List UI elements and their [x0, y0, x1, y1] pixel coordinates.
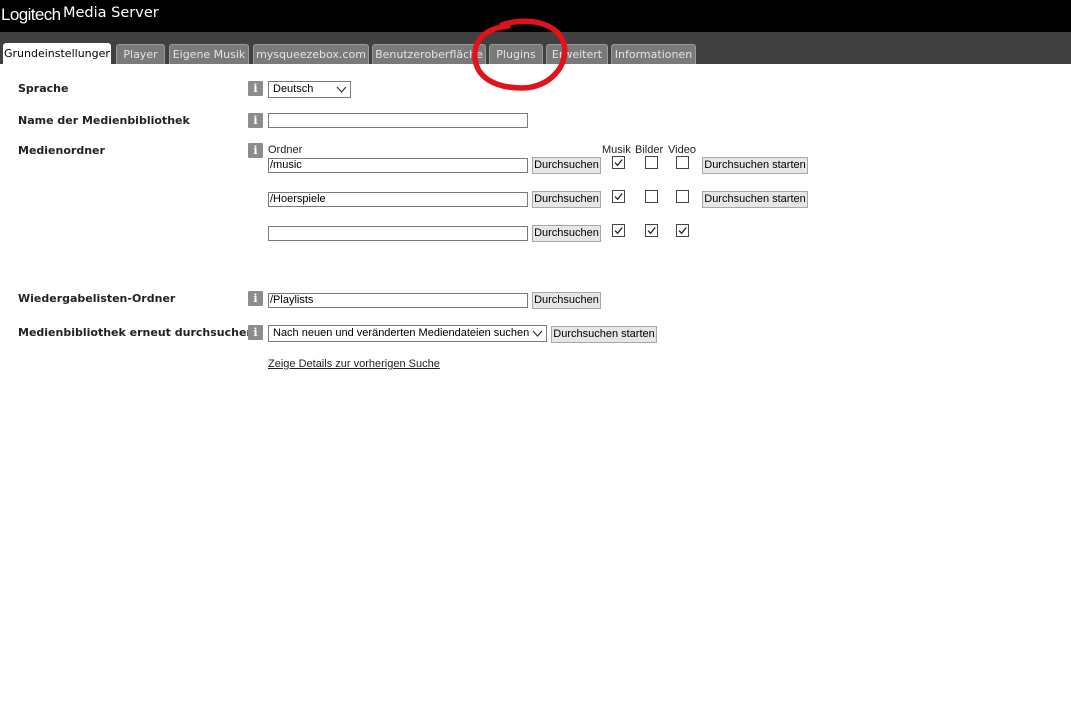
- language-label: Sprache: [18, 82, 69, 95]
- browse-button[interactable]: Durchsuchen: [532, 191, 601, 208]
- tab-erweitert[interactable]: Erweitert: [546, 44, 608, 64]
- info-icon[interactable]: i: [248, 325, 263, 340]
- language-select[interactable]: Deutsch: [268, 81, 351, 98]
- checkmark-icon: [614, 227, 623, 235]
- tab-bar: Grundeinstellungen Player Eigene Musik m…: [0, 32, 1071, 64]
- checkmark-icon: [614, 159, 623, 167]
- previous-scan-details-link[interactable]: Zeige Details zur vorherigen Suche: [268, 358, 440, 370]
- media-folder-path-input[interactable]: /Hoerspiele: [268, 192, 528, 207]
- rescan-mode-value: Nach neuen und veränderten Mediendateien…: [273, 327, 530, 339]
- tab-grundeinstellungen[interactable]: Grundeinstellungen: [3, 43, 111, 64]
- tab-mysqueezebox[interactable]: mysqueezebox.com: [253, 44, 369, 64]
- checkmark-icon: [647, 227, 656, 235]
- media-folder-path-input[interactable]: [268, 226, 528, 241]
- video-checkbox[interactable]: [676, 156, 689, 169]
- music-checkbox[interactable]: [612, 190, 625, 203]
- title-bar: Logitech Media Server: [0, 0, 1071, 32]
- tab-plugins[interactable]: Plugins: [489, 44, 543, 64]
- video-checkbox[interactable]: [676, 224, 689, 237]
- playlist-folder-input[interactable]: /Playlists: [268, 293, 528, 308]
- info-icon[interactable]: i: [248, 291, 263, 306]
- chevron-down-icon: [532, 330, 543, 337]
- column-header-folder: Ordner: [268, 144, 303, 156]
- tab-eigene-musik[interactable]: Eigene Musik: [169, 44, 249, 64]
- column-header-images: Bilder: [635, 144, 664, 156]
- logitech-logo: Logitech: [1, 5, 61, 24]
- media-folder-path-input[interactable]: /music: [268, 158, 528, 173]
- language-select-value: Deutsch: [273, 83, 314, 95]
- library-name-label: Name der Medienbibliothek: [18, 114, 190, 127]
- rescan-button[interactable]: Durchsuchen starten: [551, 326, 657, 343]
- tab-player[interactable]: Player: [116, 44, 165, 64]
- browse-button[interactable]: Durchsuchen: [532, 225, 601, 242]
- browse-button[interactable]: Durchsuchen: [532, 157, 601, 174]
- scan-folder-button[interactable]: Durchsuchen starten: [702, 191, 808, 208]
- checkmark-icon: [614, 193, 623, 201]
- tab-informationen[interactable]: Informationen: [611, 44, 696, 64]
- tab-benutzeroberflaeche[interactable]: Benutzeroberfläche: [372, 44, 486, 64]
- checkmark-icon: [678, 227, 687, 235]
- music-checkbox[interactable]: [612, 224, 625, 237]
- video-checkbox[interactable]: [676, 190, 689, 203]
- app-title: Media Server: [63, 5, 159, 21]
- browse-button[interactable]: Durchsuchen: [532, 292, 601, 309]
- scan-folder-button[interactable]: Durchsuchen starten: [702, 157, 808, 174]
- info-icon[interactable]: i: [248, 113, 263, 128]
- info-icon[interactable]: i: [248, 81, 263, 96]
- music-checkbox[interactable]: [612, 156, 625, 169]
- rescan-label: Medienbibliothek erneut durchsuchen: [18, 326, 255, 339]
- chevron-down-icon: [336, 86, 347, 93]
- library-name-input[interactable]: [268, 113, 528, 128]
- images-checkbox[interactable]: [645, 190, 658, 203]
- images-checkbox[interactable]: [645, 156, 658, 169]
- column-header-music: Musik: [602, 144, 631, 156]
- images-checkbox[interactable]: [645, 224, 658, 237]
- info-icon[interactable]: i: [248, 143, 263, 158]
- column-header-video: Video: [668, 144, 696, 156]
- media-folders-label: Medienordner: [18, 144, 105, 157]
- playlist-folder-label: Wiedergabelisten-Ordner: [18, 292, 176, 305]
- rescan-mode-select[interactable]: Nach neuen und veränderten Mediendateien…: [268, 325, 547, 342]
